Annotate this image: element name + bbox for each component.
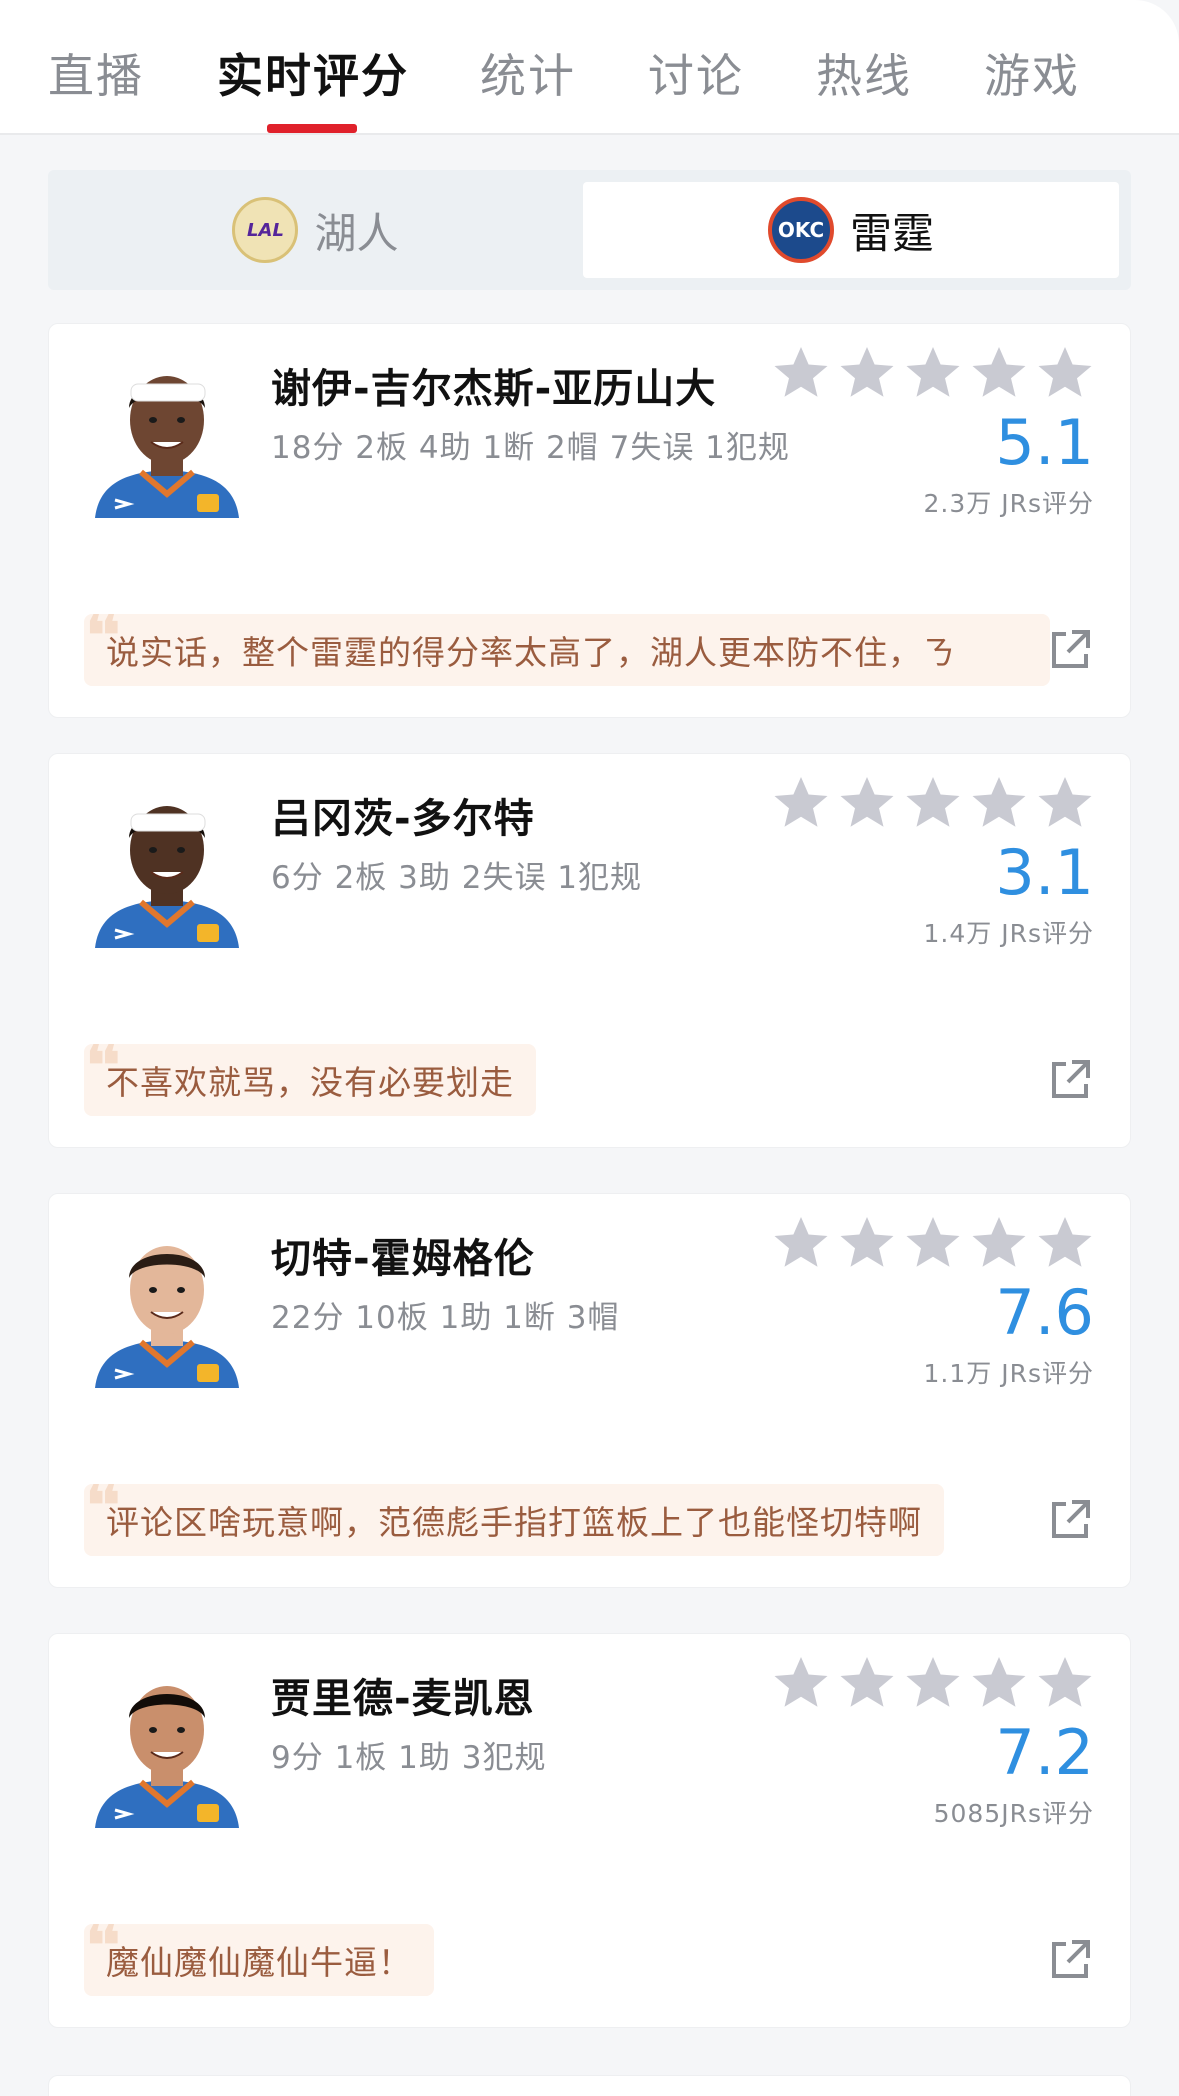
app-screen: 直播 实时评分 统计 讨论 热线 游戏 LAL 湖人 OKC 雷霆 谢伊-吉尔杰… (0, 0, 1179, 2096)
player-avatar (85, 1224, 249, 1388)
tab-games[interactable]: 游戏 (984, 40, 1080, 106)
player-rating-card[interactable]: 谢伊-吉尔杰斯-亚历山大 18分 2板 4助 1断 2帽 7失误 1犯规 5.1… (48, 323, 1131, 718)
player-rating-card[interactable]: 吕冈茨-多尔特 6分 2板 3助 2失误 1犯规 3.1 1.4万 JRs评分 … (48, 753, 1131, 1148)
tab-hotline[interactable]: 热线 (816, 40, 912, 106)
star-icon[interactable] (774, 347, 828, 397)
player-score: 7.2 (995, 1716, 1094, 1789)
hot-comment[interactable]: ❝ 不喜欢就骂，没有必要划走 (84, 1044, 536, 1116)
player-rating-card[interactable]: 切特-霍姆格伦 22分 10板 1助 1断 3帽 7.6 1.1万 JRs评分 … (48, 1193, 1131, 1588)
share-icon[interactable] (1046, 626, 1094, 674)
star-icon[interactable] (840, 347, 894, 397)
rating-count: 5085JRs评分 (933, 1799, 1094, 1828)
active-tab-indicator (267, 124, 357, 133)
player-stat-line: 9分 1板 1助 3犯规 (271, 1740, 547, 1776)
rating-count: 2.3万 JRs评分 (923, 489, 1094, 518)
star-icon[interactable] (972, 1217, 1026, 1267)
star-icon[interactable] (906, 1657, 960, 1707)
player-avatar (85, 354, 249, 518)
player-avatar (85, 784, 249, 948)
rating-count: 1.1万 JRs评分 (923, 1359, 1094, 1388)
rating-stars[interactable] (769, 344, 1139, 404)
team-name-thunder: 雷霆 (849, 208, 934, 258)
star-icon[interactable] (906, 347, 960, 397)
share-icon[interactable] (1046, 1056, 1094, 1104)
hot-comment-text: 评论区啥玩意啊，范德彪手指打篮板上了也能怪切特啊 (106, 1503, 922, 1542)
team-tab-thunder[interactable]: OKC 雷霆 (583, 182, 1119, 278)
player-name: 谢伊-吉尔杰斯-亚历山大 (271, 366, 717, 412)
player-name: 吕冈茨-多尔特 (271, 796, 535, 842)
tab-discussion[interactable]: 讨论 (648, 40, 744, 106)
star-icon[interactable] (1038, 347, 1092, 397)
player-stat-line: 6分 2板 3助 2失误 1犯规 (271, 860, 643, 896)
star-icon[interactable] (906, 777, 960, 827)
player-stat-line: 22分 10板 1助 1断 3帽 (271, 1300, 620, 1336)
share-icon[interactable] (1046, 1936, 1094, 1984)
star-icon[interactable] (840, 1217, 894, 1267)
star-icon[interactable] (774, 1217, 828, 1267)
star-icon[interactable] (840, 1657, 894, 1707)
hot-comment-text: 不喜欢就骂，没有必要划走 (106, 1063, 514, 1102)
hot-comment[interactable]: ❝ 说实话，整个雷霆的得分率太高了，湖人更本防不住，ㄋ (84, 614, 1050, 686)
star-icon[interactable] (906, 1217, 960, 1267)
hot-comment-text: 说实话，整个雷霆的得分率太高了，湖人更本防不住，ㄋ (106, 633, 956, 672)
team-name-lakers: 湖人 (314, 208, 399, 258)
player-name: 贾里德-麦凯恩 (271, 1676, 535, 1722)
star-icon[interactable] (774, 1657, 828, 1707)
star-icon[interactable] (1038, 1657, 1092, 1707)
player-score: 5.1 (995, 406, 1094, 479)
tab-stats[interactable]: 统计 (480, 40, 576, 106)
lakers-logo-icon: LAL (232, 197, 299, 263)
player-score: 7.6 (995, 1276, 1094, 1349)
rating-stars[interactable] (769, 774, 1139, 834)
star-icon[interactable] (1038, 777, 1092, 827)
star-icon[interactable] (972, 347, 1026, 397)
player-avatar (85, 1664, 249, 1828)
star-icon[interactable] (972, 777, 1026, 827)
team-switcher: LAL 湖人 OKC 雷霆 (48, 170, 1131, 290)
star-icon[interactable] (972, 1657, 1026, 1707)
player-rating-card[interactable]: 贾里德-麦凯恩 9分 1板 1助 3犯规 7.2 5085JRs评分 ❝ 魔仙魔… (48, 1633, 1131, 2028)
star-icon[interactable] (774, 777, 828, 827)
star-icon[interactable] (840, 777, 894, 827)
top-tab-bar: 直播 实时评分 统计 讨论 热线 游戏 (0, 0, 1179, 135)
star-icon[interactable] (1038, 1217, 1092, 1267)
tab-live[interactable]: 直播 (48, 40, 144, 106)
rating-stars[interactable] (769, 1654, 1139, 1714)
rating-count: 1.4万 JRs评分 (923, 919, 1094, 948)
team-tab-lakers[interactable]: LAL 湖人 (48, 182, 583, 278)
player-stat-line: 18分 2板 4助 1断 2帽 7失误 1犯规 (271, 430, 790, 466)
rating-stars[interactable] (769, 1214, 1139, 1274)
share-icon[interactable] (1046, 1496, 1094, 1544)
hot-comment-text: 魔仙魔仙魔仙牛逼！ (106, 1943, 412, 1982)
player-score: 3.1 (995, 836, 1094, 909)
tab-live-rating[interactable]: 实时评分 (217, 40, 409, 106)
next-player-card-partial (48, 2075, 1131, 2096)
hot-comment[interactable]: ❝ 魔仙魔仙魔仙牛逼！ (84, 1924, 434, 1996)
player-name: 切特-霍姆格伦 (271, 1236, 535, 1282)
hot-comment[interactable]: ❝ 评论区啥玩意啊，范德彪手指打篮板上了也能怪切特啊 (84, 1484, 944, 1556)
thunder-logo-icon: OKC (767, 197, 834, 263)
